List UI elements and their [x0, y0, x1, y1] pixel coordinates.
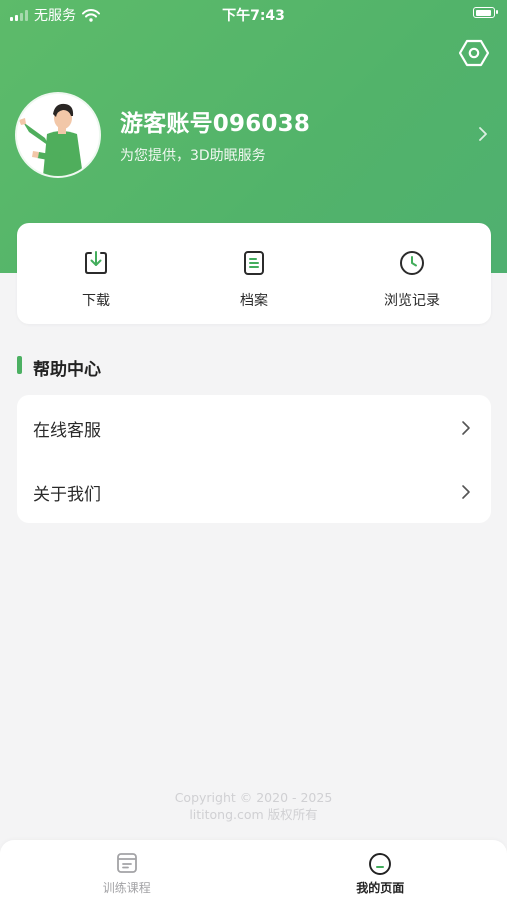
course-icon — [116, 853, 137, 873]
tab-my-page[interactable]: 我的页面 — [254, 840, 507, 900]
tab-bar: 训练课程 我的页面 — [0, 840, 507, 900]
status-time: 下午7:43 — [222, 8, 285, 24]
help-item-label: 在线客服 — [33, 421, 101, 441]
avatar-illustration-icon — [17, 94, 99, 176]
chevron-right-icon[interactable] — [477, 125, 489, 143]
chevron-right-icon — [462, 421, 470, 435]
help-item-online-service[interactable]: 在线客服 — [17, 395, 491, 459]
quick-action-archive[interactable]: 档案 — [175, 223, 333, 324]
quick-action-label: 档案 — [240, 293, 268, 309]
user-subtitle: 为您提供，3D助眠服务 — [120, 148, 266, 164]
status-bar: 无服务 下午7:43 — [0, 0, 507, 28]
help-item-label: 关于我们 — [33, 485, 101, 505]
battery-icon — [473, 7, 498, 18]
help-item-about-us[interactable]: 关于我们 — [17, 459, 491, 523]
tab-label: 我的页面 — [356, 881, 405, 895]
tab-training-courses[interactable]: 训练课程 — [0, 840, 254, 900]
copyright: Copyright © 2020 - 2025 lititong.com 版权所… — [0, 789, 507, 823]
avatar[interactable] — [17, 94, 99, 176]
user-name[interactable]: 游客账号096038 — [120, 104, 310, 138]
help-center-card: 在线客服 关于我们 — [17, 395, 491, 523]
tab-label: 训练课程 — [102, 881, 151, 895]
settings-icon[interactable] — [459, 38, 489, 68]
document-icon — [244, 251, 264, 275]
quick-action-label: 浏览记录 — [384, 293, 440, 309]
download-icon — [85, 251, 107, 274]
copyright-line: lititong.com 版权所有 — [189, 807, 318, 822]
copyright-line: Copyright © 2020 - 2025 — [174, 790, 333, 805]
clock-icon — [400, 251, 424, 275]
quick-action-history[interactable]: 浏览记录 — [333, 223, 491, 324]
quick-actions-card: 下载 档案 浏览记录 — [17, 223, 491, 324]
quick-action-download[interactable]: 下载 — [17, 223, 175, 324]
chevron-right-icon — [462, 485, 470, 499]
section-accent-bar — [17, 356, 22, 374]
help-center-title: 帮助中心 — [33, 360, 101, 380]
profile-icon — [369, 853, 392, 875]
quick-action-label: 下载 — [82, 293, 110, 309]
